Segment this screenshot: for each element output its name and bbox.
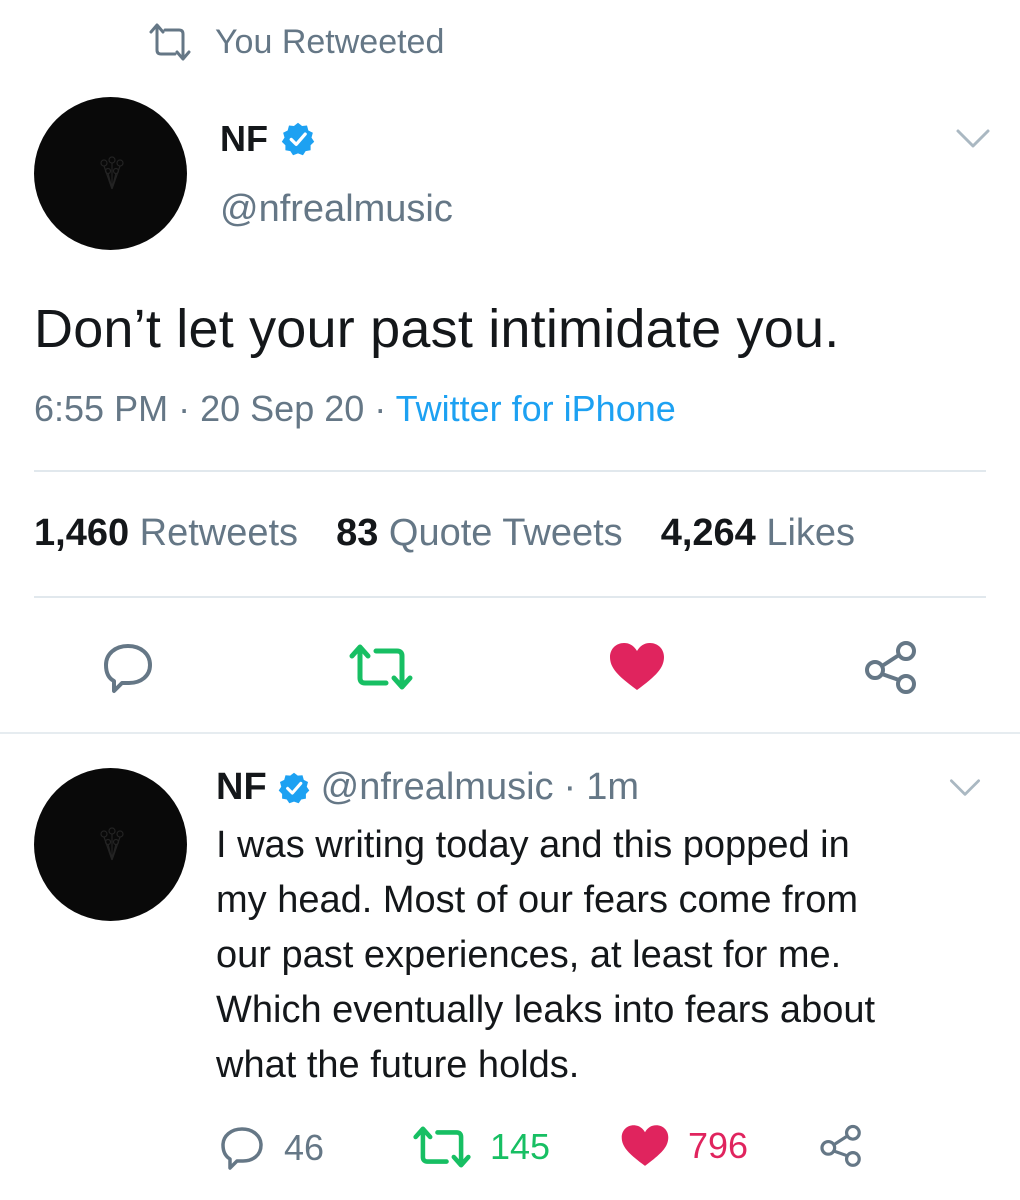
- retweets-count: 1,460: [34, 512, 130, 554]
- reply-icon: [221, 1127, 263, 1170]
- retweet-button[interactable]: [348, 642, 414, 692]
- retweet-icon: [349, 644, 413, 690]
- author-name[interactable]: NF: [220, 118, 268, 160]
- tweet-date: 20 Sep 20: [200, 388, 365, 429]
- tweet-meta: 6:55 PM · 20 Sep 20 · Twitter for iPhone: [34, 388, 676, 430]
- retweet-count: 145: [490, 1126, 551, 1167]
- reply-button[interactable]: [100, 640, 156, 696]
- heart-icon: [621, 1125, 669, 1166]
- reply-icon: [104, 644, 152, 693]
- quote-tweets-count: 83: [336, 512, 379, 554]
- author-handle[interactable]: @nfrealmusic: [321, 766, 554, 809]
- share-icon: [820, 1124, 861, 1167]
- reply-count: 46: [284, 1127, 325, 1168]
- like-button[interactable]: 796: [620, 1124, 748, 1168]
- verified-badge-icon: [280, 121, 316, 157]
- chevron-down-icon[interactable]: [948, 778, 982, 798]
- share-icon: [865, 641, 916, 694]
- tweet-time: 6:55 PM: [34, 388, 169, 429]
- avatar[interactable]: [34, 97, 187, 250]
- avatar[interactable]: [34, 768, 187, 921]
- tweet-text-line: Which eventually leaks into fears about: [216, 989, 876, 1031]
- retweet-context: You Retweeted: [145, 22, 444, 62]
- meta-separator: ·: [178, 388, 191, 429]
- likes-stat[interactable]: 4,264 Likes: [661, 512, 855, 555]
- author-handle[interactable]: @nfrealmusic: [220, 188, 453, 231]
- tweet-text-line: what the future holds.: [216, 1044, 580, 1086]
- like-count: 796: [688, 1125, 749, 1166]
- section-divider: [0, 732, 1020, 734]
- share-button[interactable]: [818, 1124, 864, 1167]
- quote-tweets-stat[interactable]: 83 Quote Tweets: [336, 512, 623, 555]
- author-row: NF: [220, 118, 316, 160]
- tweet-text: Don’t let your past intimidate you.: [34, 299, 840, 359]
- retweet-icon: [413, 1126, 471, 1168]
- quote-tweets-label: Quote Tweets: [388, 512, 623, 554]
- tweet-source-link[interactable]: Twitter for iPhone: [396, 388, 676, 429]
- retweets-label: Retweets: [139, 512, 299, 554]
- share-button[interactable]: [862, 640, 920, 694]
- likes-label: Likes: [766, 512, 856, 554]
- author-name[interactable]: NF: [216, 766, 267, 809]
- retweets-stat[interactable]: 1,460 Retweets: [34, 512, 298, 555]
- verified-badge-icon: [277, 771, 311, 805]
- retweet-button[interactable]: 145: [412, 1124, 550, 1170]
- like-button[interactable]: [608, 642, 666, 692]
- chevron-down-icon[interactable]: [955, 128, 991, 150]
- tweet-text-line: I was writing today and this popped in: [216, 824, 850, 866]
- divider: [34, 596, 986, 598]
- retweeted-label: You Retweeted: [215, 22, 445, 61]
- divider: [34, 470, 986, 472]
- heart-icon: [610, 643, 664, 690]
- tweet-time-ago[interactable]: 1m: [586, 766, 639, 809]
- tweet-text-line: my head. Most of our fears come from: [216, 879, 859, 921]
- reply-button[interactable]: 46: [218, 1124, 324, 1172]
- meta-separator: ·: [563, 766, 577, 808]
- tweet-stats: 1,460 Retweets 83 Quote Tweets 4,264 Lik…: [34, 512, 855, 555]
- likes-count: 4,264: [660, 512, 756, 554]
- reply-tweet-text: I was writing today and this popped in m…: [216, 818, 976, 1093]
- retweet-icon: [145, 22, 195, 62]
- tweet-text-line: our past experiences, at least for me.: [216, 934, 842, 976]
- meta-separator: ·: [374, 388, 387, 429]
- reply-tweet-header: NF @nfrealmusic · 1m: [216, 766, 639, 809]
